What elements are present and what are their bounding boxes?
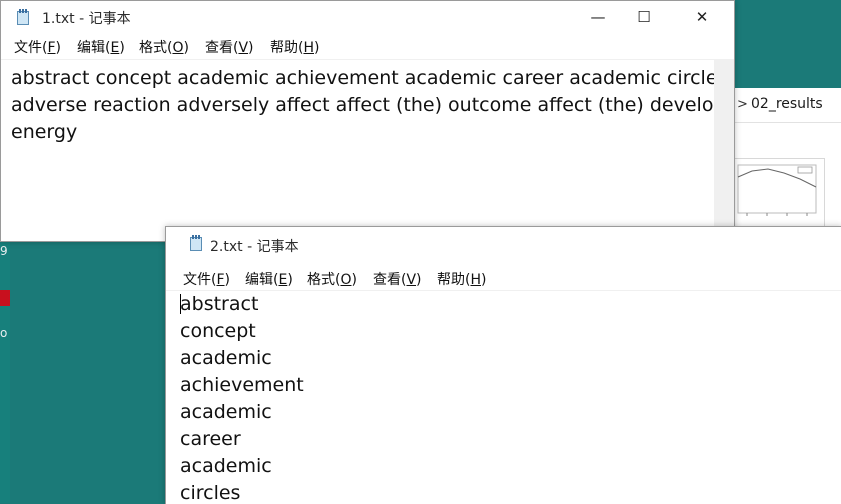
window-title: 1.txt - 记事本 <box>42 11 131 27</box>
text-line: academic <box>180 347 272 369</box>
menu-bar: 文件(F) 编辑(E) 格式(O) 查看(V) 帮助(H) <box>1 33 734 57</box>
menu-accelerator: (F) <box>211 272 230 288</box>
menu-help[interactable]: 帮助(H) <box>270 37 319 57</box>
title-bar[interactable]: 2.txt - 记事本 <box>166 227 841 259</box>
menu-help[interactable]: 帮助(H) <box>437 269 486 289</box>
menu-file[interactable]: 文件(F) <box>183 269 230 289</box>
window-title: 2.txt - 记事本 <box>210 239 299 255</box>
text-line: academic <box>180 401 272 423</box>
menu-accelerator: (O) <box>167 40 189 56</box>
title-bar[interactable]: 1.txt - 记事本 — ☐ ✕ <box>1 1 734 33</box>
menu-label: 文件 <box>14 40 42 56</box>
file-thumbnail[interactable] <box>731 158 825 228</box>
text-line: adverse reaction adversely affect affect… <box>11 94 714 116</box>
menu-label: 格式 <box>139 40 167 56</box>
maximize-button[interactable]: ☐ <box>621 1 667 33</box>
menu-accelerator: (H) <box>298 40 320 56</box>
desktop-fragment: 9 <box>0 244 8 258</box>
menu-label: 编辑 <box>77 40 105 56</box>
vertical-scrollbar[interactable] <box>714 59 734 241</box>
notepad-icon <box>16 9 30 25</box>
menu-label: 帮助 <box>270 40 298 56</box>
text-line: academic <box>180 455 272 477</box>
text-line: abstract <box>180 293 259 315</box>
text-editor[interactable]: abstract concept academic achievement ac… <box>1 59 714 241</box>
menu-accelerator: (F) <box>42 40 61 56</box>
menu-label: 查看 <box>373 272 401 288</box>
breadcrumb-folder[interactable]: 02_results <box>751 96 823 112</box>
text-editor[interactable]: abstract concept academic achievement ac… <box>166 290 841 504</box>
text-line: career <box>180 428 241 450</box>
menu-view[interactable]: 查看(V) <box>205 37 254 57</box>
close-button[interactable]: ✕ <box>679 1 725 33</box>
menu-accelerator: (O) <box>335 272 357 288</box>
menu-accelerator: (E) <box>105 40 125 56</box>
notepad-window-2: 2.txt - 记事本 文件(F) 编辑(E) 格式(O) 查看(V) 帮助(H… <box>165 226 841 504</box>
text-line: circles <box>180 482 241 504</box>
menu-accelerator: (V) <box>401 272 422 288</box>
menu-format[interactable]: 格式(O) <box>307 269 357 289</box>
minimize-button[interactable]: — <box>575 1 621 33</box>
chevron-right-icon[interactable]: > <box>737 97 748 112</box>
menu-label: 文件 <box>183 272 211 288</box>
menu-accelerator: (H) <box>465 272 487 288</box>
menu-file[interactable]: 文件(F) <box>14 37 61 57</box>
text-line: achievement <box>180 374 304 396</box>
menu-edit[interactable]: 编辑(E) <box>77 37 125 57</box>
text-line: abstract concept academic achievement ac… <box>11 67 714 89</box>
menu-accelerator: (V) <box>233 40 254 56</box>
menu-format[interactable]: 格式(O) <box>139 37 189 57</box>
text-line: energy <box>11 121 78 143</box>
chart-thumbnail-icon <box>737 164 817 216</box>
menu-view[interactable]: 查看(V) <box>373 269 422 289</box>
notepad-icon <box>189 235 203 251</box>
menu-label: 编辑 <box>245 272 273 288</box>
menu-bar: 文件(F) 编辑(E) 格式(O) 查看(V) 帮助(H) <box>166 265 841 289</box>
menu-edit[interactable]: 编辑(E) <box>245 269 293 289</box>
text-line: concept <box>180 320 256 342</box>
desktop-icon-red[interactable] <box>0 290 10 306</box>
menu-label: 格式 <box>307 272 335 288</box>
desktop-fragment: o <box>0 326 8 340</box>
menu-label: 帮助 <box>437 272 465 288</box>
notepad-window-1: 1.txt - 记事本 — ☐ ✕ 文件(F) 编辑(E) 格式(O) 查看(V… <box>0 0 735 242</box>
menu-label: 查看 <box>205 40 233 56</box>
menu-accelerator: (E) <box>273 272 293 288</box>
